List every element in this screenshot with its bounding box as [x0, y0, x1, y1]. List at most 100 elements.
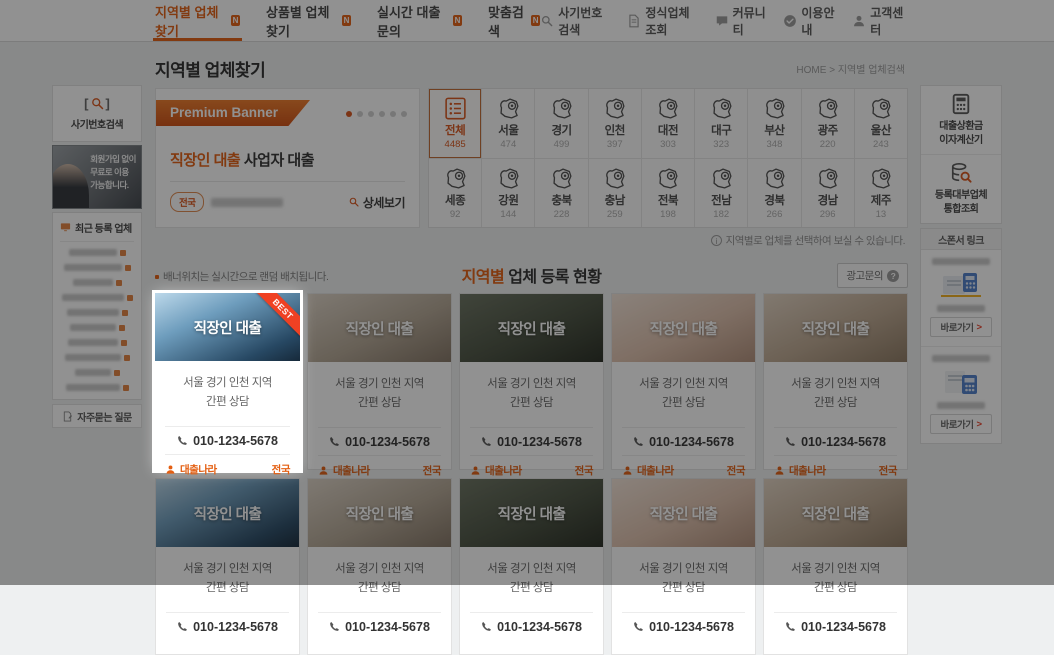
business-card[interactable]: 직장인 대출 서울 경기 인천 지역간편 상담 010-1234-5678 대출… [763, 293, 908, 470]
loan-interest-calculator[interactable]: 대출상환금 이자계산기 [921, 86, 1001, 154]
nav-region-search[interactable]: 지역별 업체찾기 N [155, 0, 240, 41]
business-card[interactable]: 직장인 대출 서울 경기 인천 지역간편 상담 010-1234-5678 [155, 478, 300, 655]
card-phone[interactable]: 010-1234-5678 [165, 426, 290, 454]
map-pin-icon [496, 96, 521, 121]
utility-menu: 사기번호검색 정식업체조회 커뮤니티 이용안내 고객센터 [540, 4, 904, 38]
promo-banner[interactable]: 회원가입 없이 무료로 이용 가능합니다. [52, 145, 142, 209]
breadcrumb[interactable]: HOME > 지역별 업체검색 [796, 61, 905, 76]
region-cell-gwangju[interactable]: 광주 220 [802, 89, 854, 158]
nav-realtime-inquiry[interactable]: 실시간 대출문의 N [377, 0, 462, 41]
card-company[interactable]: 대출나라 [470, 463, 522, 478]
card-phone[interactable]: 010-1234-5678 [470, 612, 593, 640]
business-card-highlighted[interactable]: 직장인 대출 BEST 서울 경기 인천 지역간편 상담 010-1234-56… [155, 293, 300, 470]
dot[interactable] [379, 111, 385, 117]
list-item[interactable] [60, 279, 134, 286]
card-phone[interactable]: 010-1234-5678 [318, 427, 441, 455]
card-phone[interactable]: 010-1234-5678 [166, 612, 289, 640]
dot[interactable] [357, 111, 363, 117]
dot[interactable] [390, 111, 396, 117]
new-dot [116, 280, 122, 286]
card-phone[interactable]: 010-1234-5678 [774, 427, 897, 455]
region-cell-incheon[interactable]: 인천 397 [589, 89, 641, 158]
right-sidebar: 대출상환금 이자계산기 등록대부업체 통합조회 스폰서 링크 [920, 85, 1002, 444]
util-customer-center[interactable]: 고객센터 [852, 4, 904, 38]
list-item[interactable] [60, 249, 134, 256]
region-cell-ulsan[interactable]: 울산 243 [855, 89, 907, 158]
blurred-sponsor-caption [937, 402, 985, 409]
sponsor-banner[interactable]: 바로가기> [921, 346, 1001, 443]
region-cell-daegu[interactable]: 대구 323 [695, 89, 747, 158]
business-card[interactable]: 직장인 대출 서울 경기 인천 지역간편 상담 010-1234-5678 대출… [611, 293, 756, 470]
list-item[interactable] [60, 384, 134, 391]
faq-button[interactable]: 자주묻는 질문 [52, 404, 142, 428]
go-link-button[interactable]: 바로가기> [930, 414, 991, 434]
region-cell-jeonnam[interactable]: 전남 182 [695, 159, 747, 228]
util-official-company-lookup[interactable]: 정식업체조회 [627, 4, 697, 38]
nav-custom-search[interactable]: 맞춤검색 N [488, 0, 540, 41]
util-guide[interactable]: 이용안내 [783, 4, 835, 38]
card-phone[interactable]: 010-1234-5678 [622, 612, 745, 640]
region-cell-jeju[interactable]: 제주 13 [855, 159, 907, 228]
region-cell-chungbuk[interactable]: 충북 228 [535, 159, 587, 228]
business-card[interactable]: 직장인 대출 서울 경기 인천 지역간편 상담 010-1234-5678 [611, 478, 756, 655]
phone-icon [177, 621, 188, 632]
business-card[interactable]: 직장인 대출 서울 경기 인천 지역간편 상담 010-1234-5678 대출… [459, 293, 604, 470]
card-description: 서울 경기 인천 지역간편 상담 [764, 547, 907, 612]
ad-inquiry-button[interactable]: 광고문의 ? [837, 263, 908, 288]
card-phone[interactable]: 010-1234-5678 [622, 427, 745, 455]
business-card[interactable]: 직장인 대출 서울 경기 인천 지역간편 상담 010-1234-5678 [459, 478, 604, 655]
tool-label: 등록대부업체 통합조회 [935, 189, 987, 216]
dot[interactable] [368, 111, 374, 117]
card-company[interactable]: 대출나라 [622, 463, 674, 478]
region-cell-gangwon[interactable]: 강원 144 [482, 159, 534, 228]
card-phone[interactable]: 010-1234-5678 [318, 612, 441, 640]
region-cell-gyeonggi[interactable]: 경기 499 [535, 89, 587, 158]
map-pin-icon [868, 96, 893, 121]
dot[interactable] [346, 111, 352, 117]
region-cell-gyeongbuk[interactable]: 경북 266 [748, 159, 800, 228]
list-item[interactable] [60, 294, 134, 301]
ad-inquiry-label: 광고문의 [846, 268, 883, 283]
map-pin-icon [443, 166, 468, 191]
region-cell-sejong[interactable]: 세종 92 [429, 159, 481, 228]
sponsor-banner[interactable]: 바로가기> [921, 250, 1001, 346]
sponsor-links-box: 스폰서 링크 바로가기> [920, 228, 1002, 444]
region-cell-all[interactable]: 전체 4485 [429, 89, 481, 158]
list-item[interactable] [60, 264, 134, 271]
region-cell-jeonbuk[interactable]: 전북 198 [642, 159, 694, 228]
region-cell-seoul[interactable]: 서울 474 [482, 89, 534, 158]
util-fraud-number-search[interactable]: 사기번호검색 [540, 4, 610, 38]
business-card[interactable]: 직장인 대출 서울 경기 인천 지역간편 상담 010-1234-5678 [307, 478, 452, 655]
card-company[interactable]: 대출나라 [318, 463, 370, 478]
tool-label: 대출상환금 이자계산기 [939, 120, 983, 147]
map-pin-icon [762, 166, 787, 191]
nav-item-label: 상품별 업체찾기 [266, 2, 338, 40]
dot[interactable] [401, 111, 407, 117]
document-icon [627, 14, 641, 28]
util-community[interactable]: 커뮤니티 [715, 4, 767, 38]
promo-person-image [52, 164, 89, 209]
registered-lender-lookup[interactable]: 등록대부업체 통합조회 [921, 154, 1001, 223]
map-pin-icon [815, 96, 840, 121]
region-cell-gyeongnam[interactable]: 경남 296 [802, 159, 854, 228]
region-cell-busan[interactable]: 부산 348 [748, 89, 800, 158]
list-item[interactable] [60, 339, 134, 346]
go-link-button[interactable]: 바로가기> [930, 317, 991, 337]
card-company[interactable]: 대출나라 [165, 462, 217, 477]
page: 지역별 업체찾기 N 상품별 업체찾기 N 실시간 대출문의 N 맞춤검색 N [0, 0, 1054, 585]
list-item[interactable] [60, 309, 134, 316]
detail-view-link[interactable]: 상세보기 [348, 194, 405, 211]
card-company[interactable]: 대출나라 [774, 463, 826, 478]
region-cell-daejeon[interactable]: 대전 303 [642, 89, 694, 158]
premium-banner[interactable]: Premium Banner 직장인 대출 사업자 대출 전국 상세보기 [155, 88, 420, 228]
region-cell-chungnam[interactable]: 충남 259 [589, 159, 641, 228]
business-card[interactable]: 직장인 대출 서울 경기 인천 지역간편 상담 010-1234-5678 대출… [307, 293, 452, 470]
list-item[interactable] [60, 369, 134, 376]
list-item[interactable] [60, 354, 134, 361]
nav-product-search[interactable]: 상품별 업체찾기 N [266, 0, 351, 41]
card-phone[interactable]: 010-1234-5678 [470, 427, 593, 455]
card-phone[interactable]: 010-1234-5678 [774, 612, 897, 640]
list-item[interactable] [60, 324, 134, 331]
fraud-number-search-box[interactable]: [ ] 사기번호검색 [52, 85, 142, 142]
business-card[interactable]: 직장인 대출 서울 경기 인천 지역간편 상담 010-1234-5678 [763, 478, 908, 655]
